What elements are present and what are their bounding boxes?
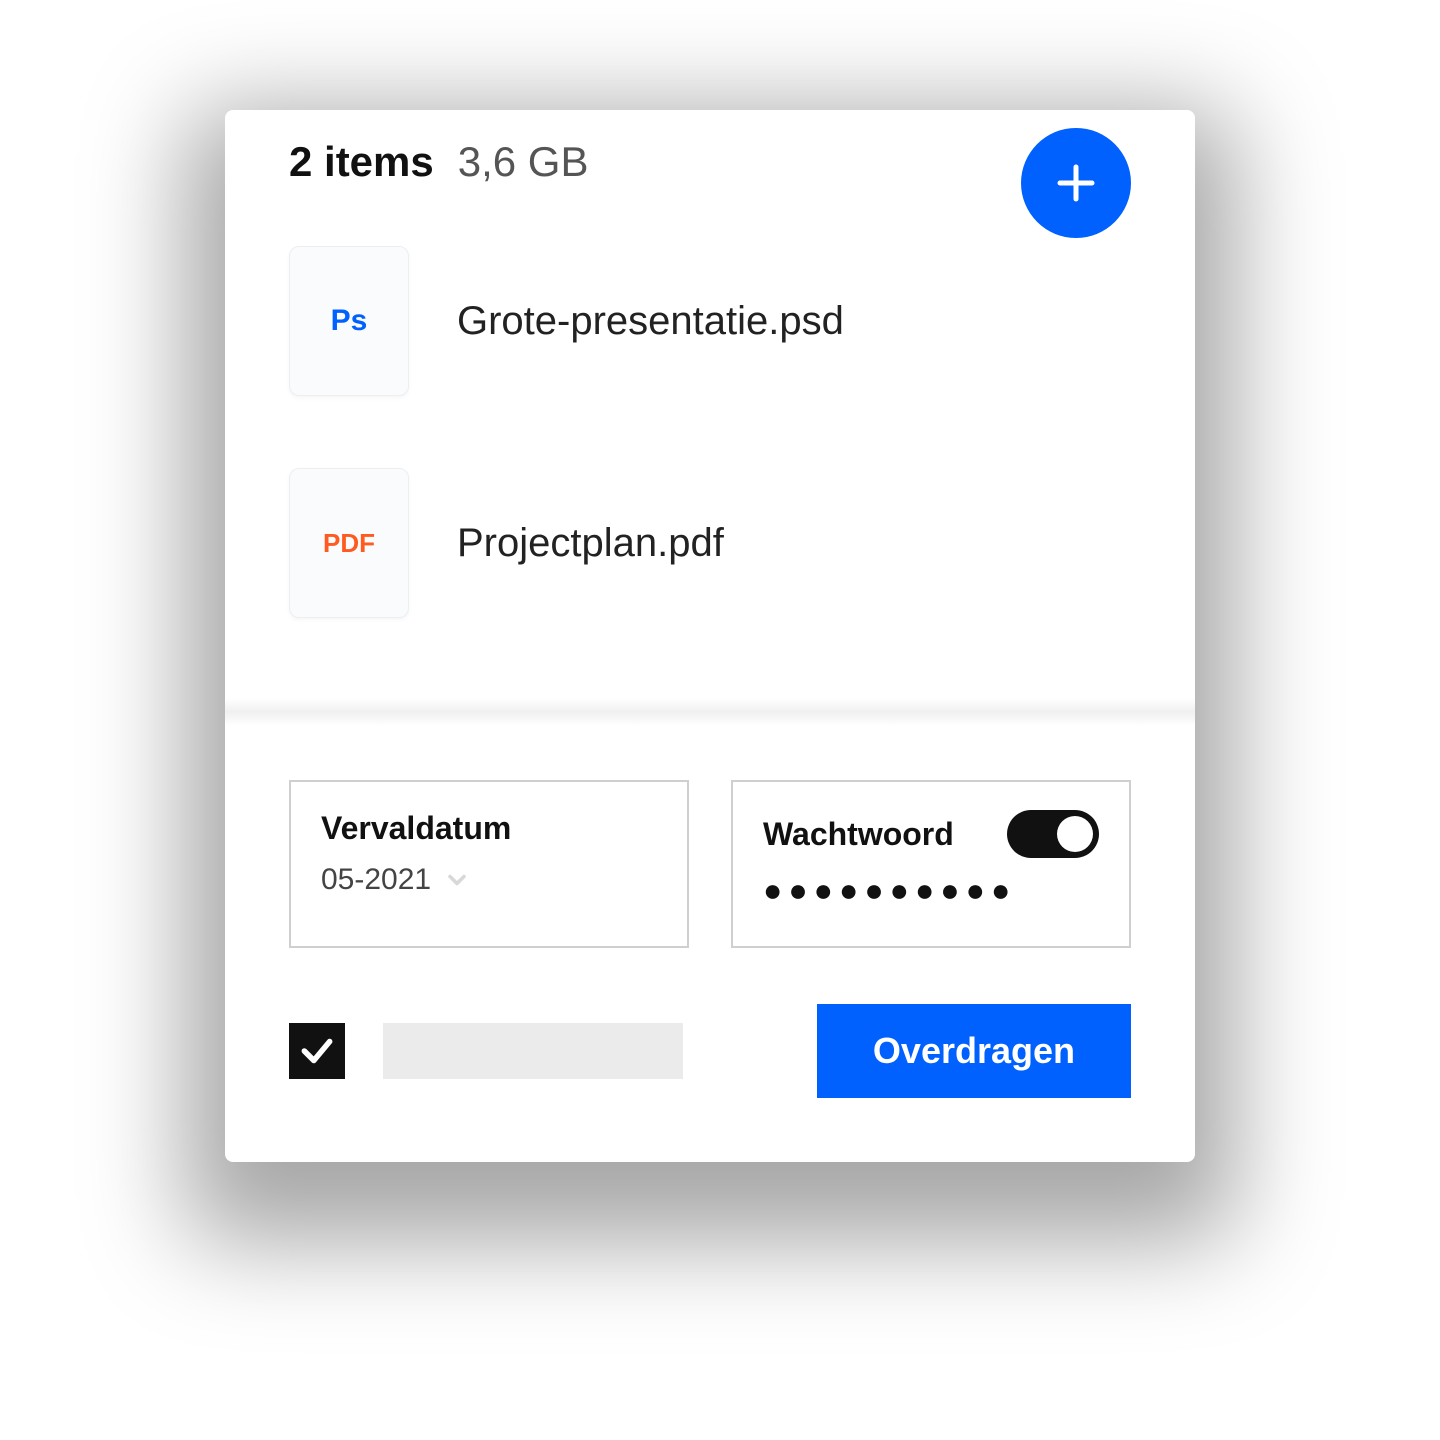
item-count: 2 items [289,138,434,186]
add-button[interactable] [1021,128,1131,238]
file-name: Projectplan.pdf [457,521,724,566]
toggle-knob [1057,816,1093,852]
total-size: 3,6 GB [458,138,589,186]
check-icon [298,1032,336,1070]
password-toggle[interactable] [1007,810,1099,858]
section-divider [225,698,1195,726]
panel-header: 2 items 3,6 GB [225,110,1195,186]
file-name: Grote-presentatie.psd [457,299,844,344]
file-row[interactable]: PDF Projectplan.pdf [289,468,1131,618]
file-icon-pdf: PDF [289,468,409,618]
expiry-label: Vervaldatum [321,810,511,847]
pdf-icon: PDF [323,528,375,559]
transfer-button[interactable]: Overdragen [817,1004,1131,1098]
options-row: Vervaldatum 05-2021 Wachtwoord ●●●●●●●●●… [225,726,1195,948]
file-list: Ps Grote-presentatie.psd PDF Projectplan… [225,186,1195,698]
confirm-checkbox[interactable] [289,1023,345,1079]
placeholder-bar [383,1023,683,1079]
photoshop-icon: Ps [331,304,368,338]
expiry-option-box[interactable]: Vervaldatum 05-2021 [289,780,689,948]
footer-row: Overdragen [225,948,1195,1162]
plus-icon [1052,159,1100,207]
transfer-panel: 2 items 3,6 GB Ps Grote-presentatie.psd … [225,110,1195,1162]
password-masked-value: ●●●●●●●●●● [763,874,1016,906]
file-icon-psd: Ps [289,246,409,396]
password-label: Wachtwoord [763,816,954,853]
chevron-down-icon [443,866,471,894]
expiry-value: 05-2021 [321,863,431,897]
file-row[interactable]: Ps Grote-presentatie.psd [289,246,1131,396]
password-option-box[interactable]: Wachtwoord ●●●●●●●●●● [731,780,1131,948]
